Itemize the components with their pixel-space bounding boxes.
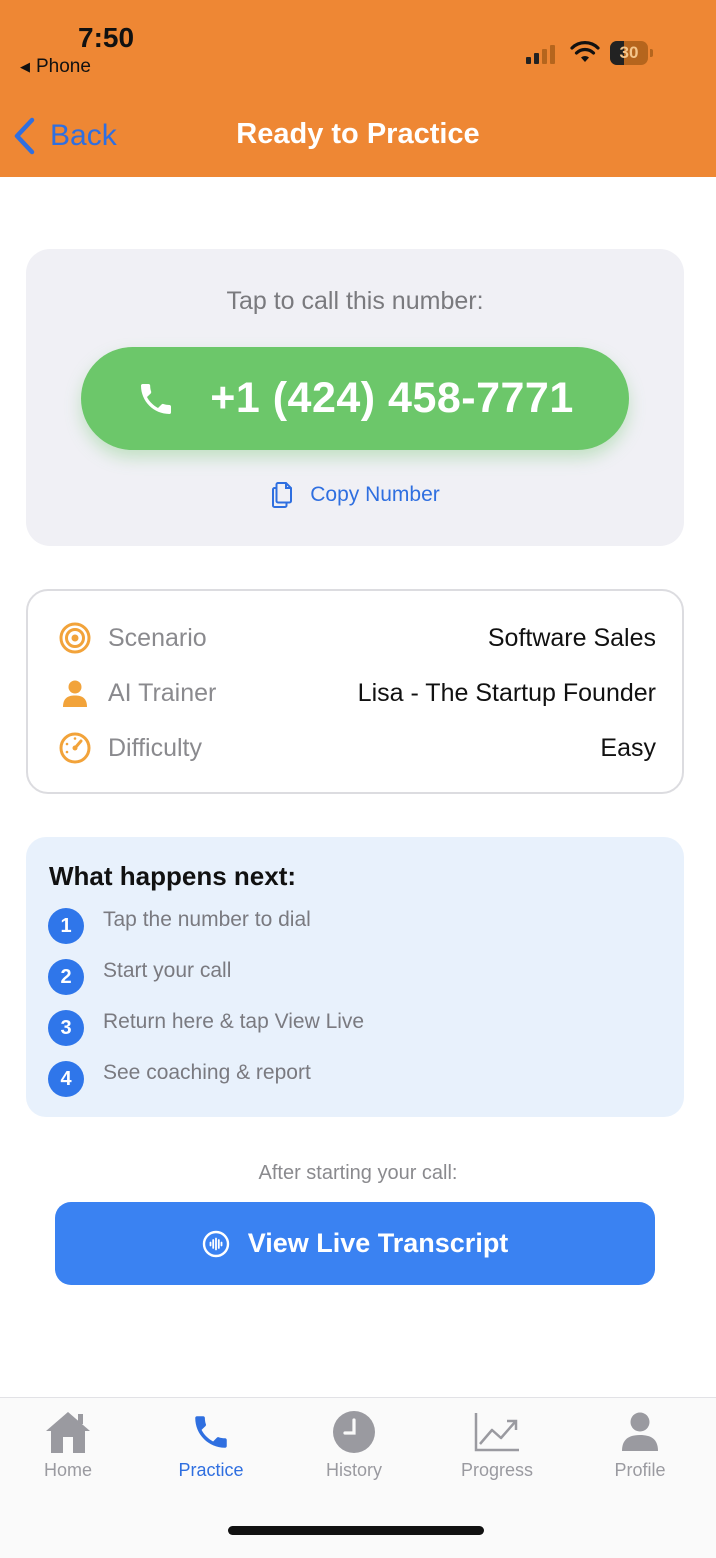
detail-label: AI Trainer	[108, 678, 217, 707]
after-call-label: After starting your call:	[258, 1162, 458, 1184]
view-live-transcript-label: View Live Transcript	[247, 1228, 509, 1258]
step-item: 3 Return here & tap View Live	[48, 1010, 364, 1046]
detail-row-difficulty: Difficulty Easy	[58, 728, 656, 768]
phone-icon	[141, 383, 172, 414]
copy-number-button[interactable]: Copy Number	[26, 481, 684, 509]
person-icon	[622, 1412, 658, 1451]
target-icon	[58, 621, 92, 655]
header: 7:50 ◀ Phone 30 Back Ready to Practice	[0, 0, 716, 177]
tab-home[interactable]: Home	[8, 1408, 128, 1488]
home-icon	[46, 1412, 90, 1453]
tab-label: History	[325, 1460, 382, 1480]
detail-label: Difficulty	[108, 733, 203, 762]
status-time: 7:50	[78, 22, 135, 53]
step-item: 2 Start your call	[48, 959, 231, 995]
person-icon	[58, 676, 92, 710]
tab-progress[interactable]: Progress	[437, 1408, 557, 1488]
step-text: Return here & tap View Live	[103, 1010, 365, 1033]
home-indicator[interactable]	[228, 1526, 484, 1535]
signal-icon	[526, 44, 560, 66]
clock-icon	[333, 1411, 375, 1453]
phone-number: +1 (424) 458-7771	[210, 374, 574, 422]
step-number-badge: 3	[48, 1010, 84, 1046]
wifi-icon	[570, 41, 600, 62]
step-item: 4 See coaching & report	[48, 1061, 311, 1097]
gauge-icon	[58, 731, 92, 765]
chart-icon	[474, 1413, 519, 1452]
session-details-card: Scenario Software Sales AI Trainer Lisa …	[26, 589, 684, 794]
detail-row-ai-trainer: AI Trainer Lisa - The Startup Founder	[58, 673, 656, 713]
tab-label: Home	[43, 1460, 92, 1480]
copy-number-label: Copy Number	[310, 483, 440, 506]
steps-title: What happens next:	[49, 861, 297, 891]
detail-label: Scenario	[108, 623, 207, 652]
back-triangle-icon: ◀	[20, 59, 30, 74]
battery-icon: 30	[610, 41, 656, 65]
status-back-label: Phone	[36, 56, 91, 77]
step-number-badge: 4	[48, 1061, 84, 1097]
call-card: Tap to call this number: +1 (424) 458-77…	[26, 249, 684, 546]
tab-history[interactable]: History	[294, 1408, 414, 1488]
page-title: Ready to Practice	[236, 118, 480, 150]
step-number-badge: 1	[48, 908, 84, 944]
tab-label: Practice	[178, 1460, 244, 1480]
detail-value: Easy	[600, 733, 656, 762]
step-text: Tap the number to dial	[103, 908, 311, 931]
tab-label: Profile	[614, 1460, 666, 1480]
step-text: See coaching & report	[103, 1061, 311, 1084]
status-icons: 30	[526, 40, 656, 66]
tab-profile[interactable]: Profile	[580, 1408, 700, 1488]
call-prompt: Tap to call this number:	[226, 287, 484, 315]
battery-level: 30	[619, 43, 639, 62]
detail-value: Lisa - The Startup Founder	[357, 678, 656, 707]
next-steps-card: What happens next: 1 Tap the number to d…	[26, 837, 684, 1117]
call-number-button[interactable]: +1 (424) 458-7771	[81, 347, 629, 450]
tab-practice[interactable]: Practice	[151, 1408, 271, 1488]
view-live-transcript-button[interactable]: View Live Transcript	[55, 1202, 655, 1285]
detail-row-scenario: Scenario Software Sales	[58, 618, 656, 658]
status-back-to-phone[interactable]: ◀ Phone	[20, 56, 91, 78]
step-number-badge: 2	[48, 959, 84, 995]
step-text: Start your call	[103, 959, 232, 982]
copy-icon	[272, 482, 293, 508]
tab-label: Progress	[460, 1460, 534, 1480]
waveform-icon	[202, 1230, 229, 1257]
phone-icon	[195, 1416, 227, 1448]
step-item: 1 Tap the number to dial	[48, 908, 311, 944]
detail-value: Software Sales	[487, 623, 656, 652]
